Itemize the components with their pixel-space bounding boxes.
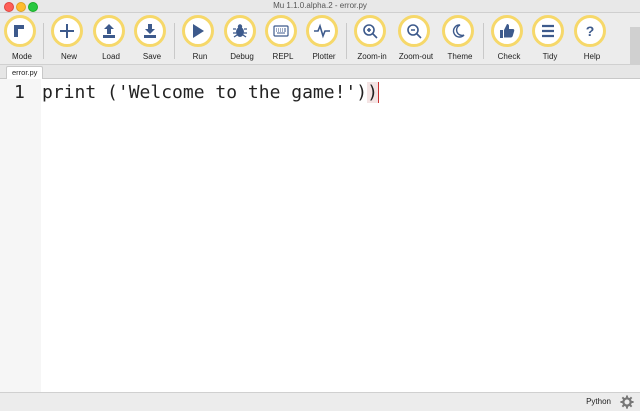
plus-icon: [60, 24, 74, 38]
help-label: Help: [583, 52, 601, 61]
line-number-gutter: 1: [0, 79, 41, 392]
download-icon: [144, 24, 156, 38]
mode-icon: [14, 25, 24, 37]
status-bar: Python: [0, 392, 640, 411]
svg-text:?: ?: [586, 23, 595, 39]
mode-indicator: Python: [586, 397, 611, 406]
plotter-button[interactable]: Plotter: [302, 14, 346, 64]
code-editor[interactable]: 1 print ('Welcome to the game!')): [0, 79, 640, 392]
unmatched-bracket: ): [367, 82, 379, 103]
tab-bar: error.py: [0, 65, 640, 79]
mode-button[interactable]: Mode: [0, 14, 44, 64]
toolbar: Mode New Load Save Run Debug REPL Plotte…: [0, 13, 640, 75]
tab-error-py[interactable]: error.py: [6, 66, 44, 79]
code-line[interactable]: print ('Welcome to the game!')): [42, 82, 379, 103]
moon-icon: [452, 24, 465, 38]
lines-icon: [542, 24, 554, 38]
theme-label: Theme: [447, 52, 473, 61]
line-number: 1: [14, 82, 25, 103]
help-button[interactable]: ? Help: [570, 14, 614, 64]
save-button[interactable]: Save: [130, 14, 174, 64]
window-title: Mu 1.1.0.alpha.2 - error.py: [273, 1, 367, 10]
thumbs-up-icon: [500, 24, 515, 38]
code-text: print ('Welcome to the game!'): [42, 82, 368, 103]
upload-icon: [103, 24, 115, 38]
question-icon: ?: [586, 23, 595, 39]
gear-icon[interactable]: [620, 395, 634, 409]
play-icon: [193, 24, 204, 38]
keyboard-icon: [273, 25, 289, 37]
theme-button[interactable]: Theme: [438, 14, 482, 64]
pulse-icon: [314, 23, 330, 39]
bug-icon: [233, 24, 247, 38]
zoom-in-icon: [363, 24, 378, 39]
zoom-out-icon: [407, 24, 422, 39]
title-bar: Mu 1.1.0.alpha.2 - error.py: [0, 0, 640, 13]
